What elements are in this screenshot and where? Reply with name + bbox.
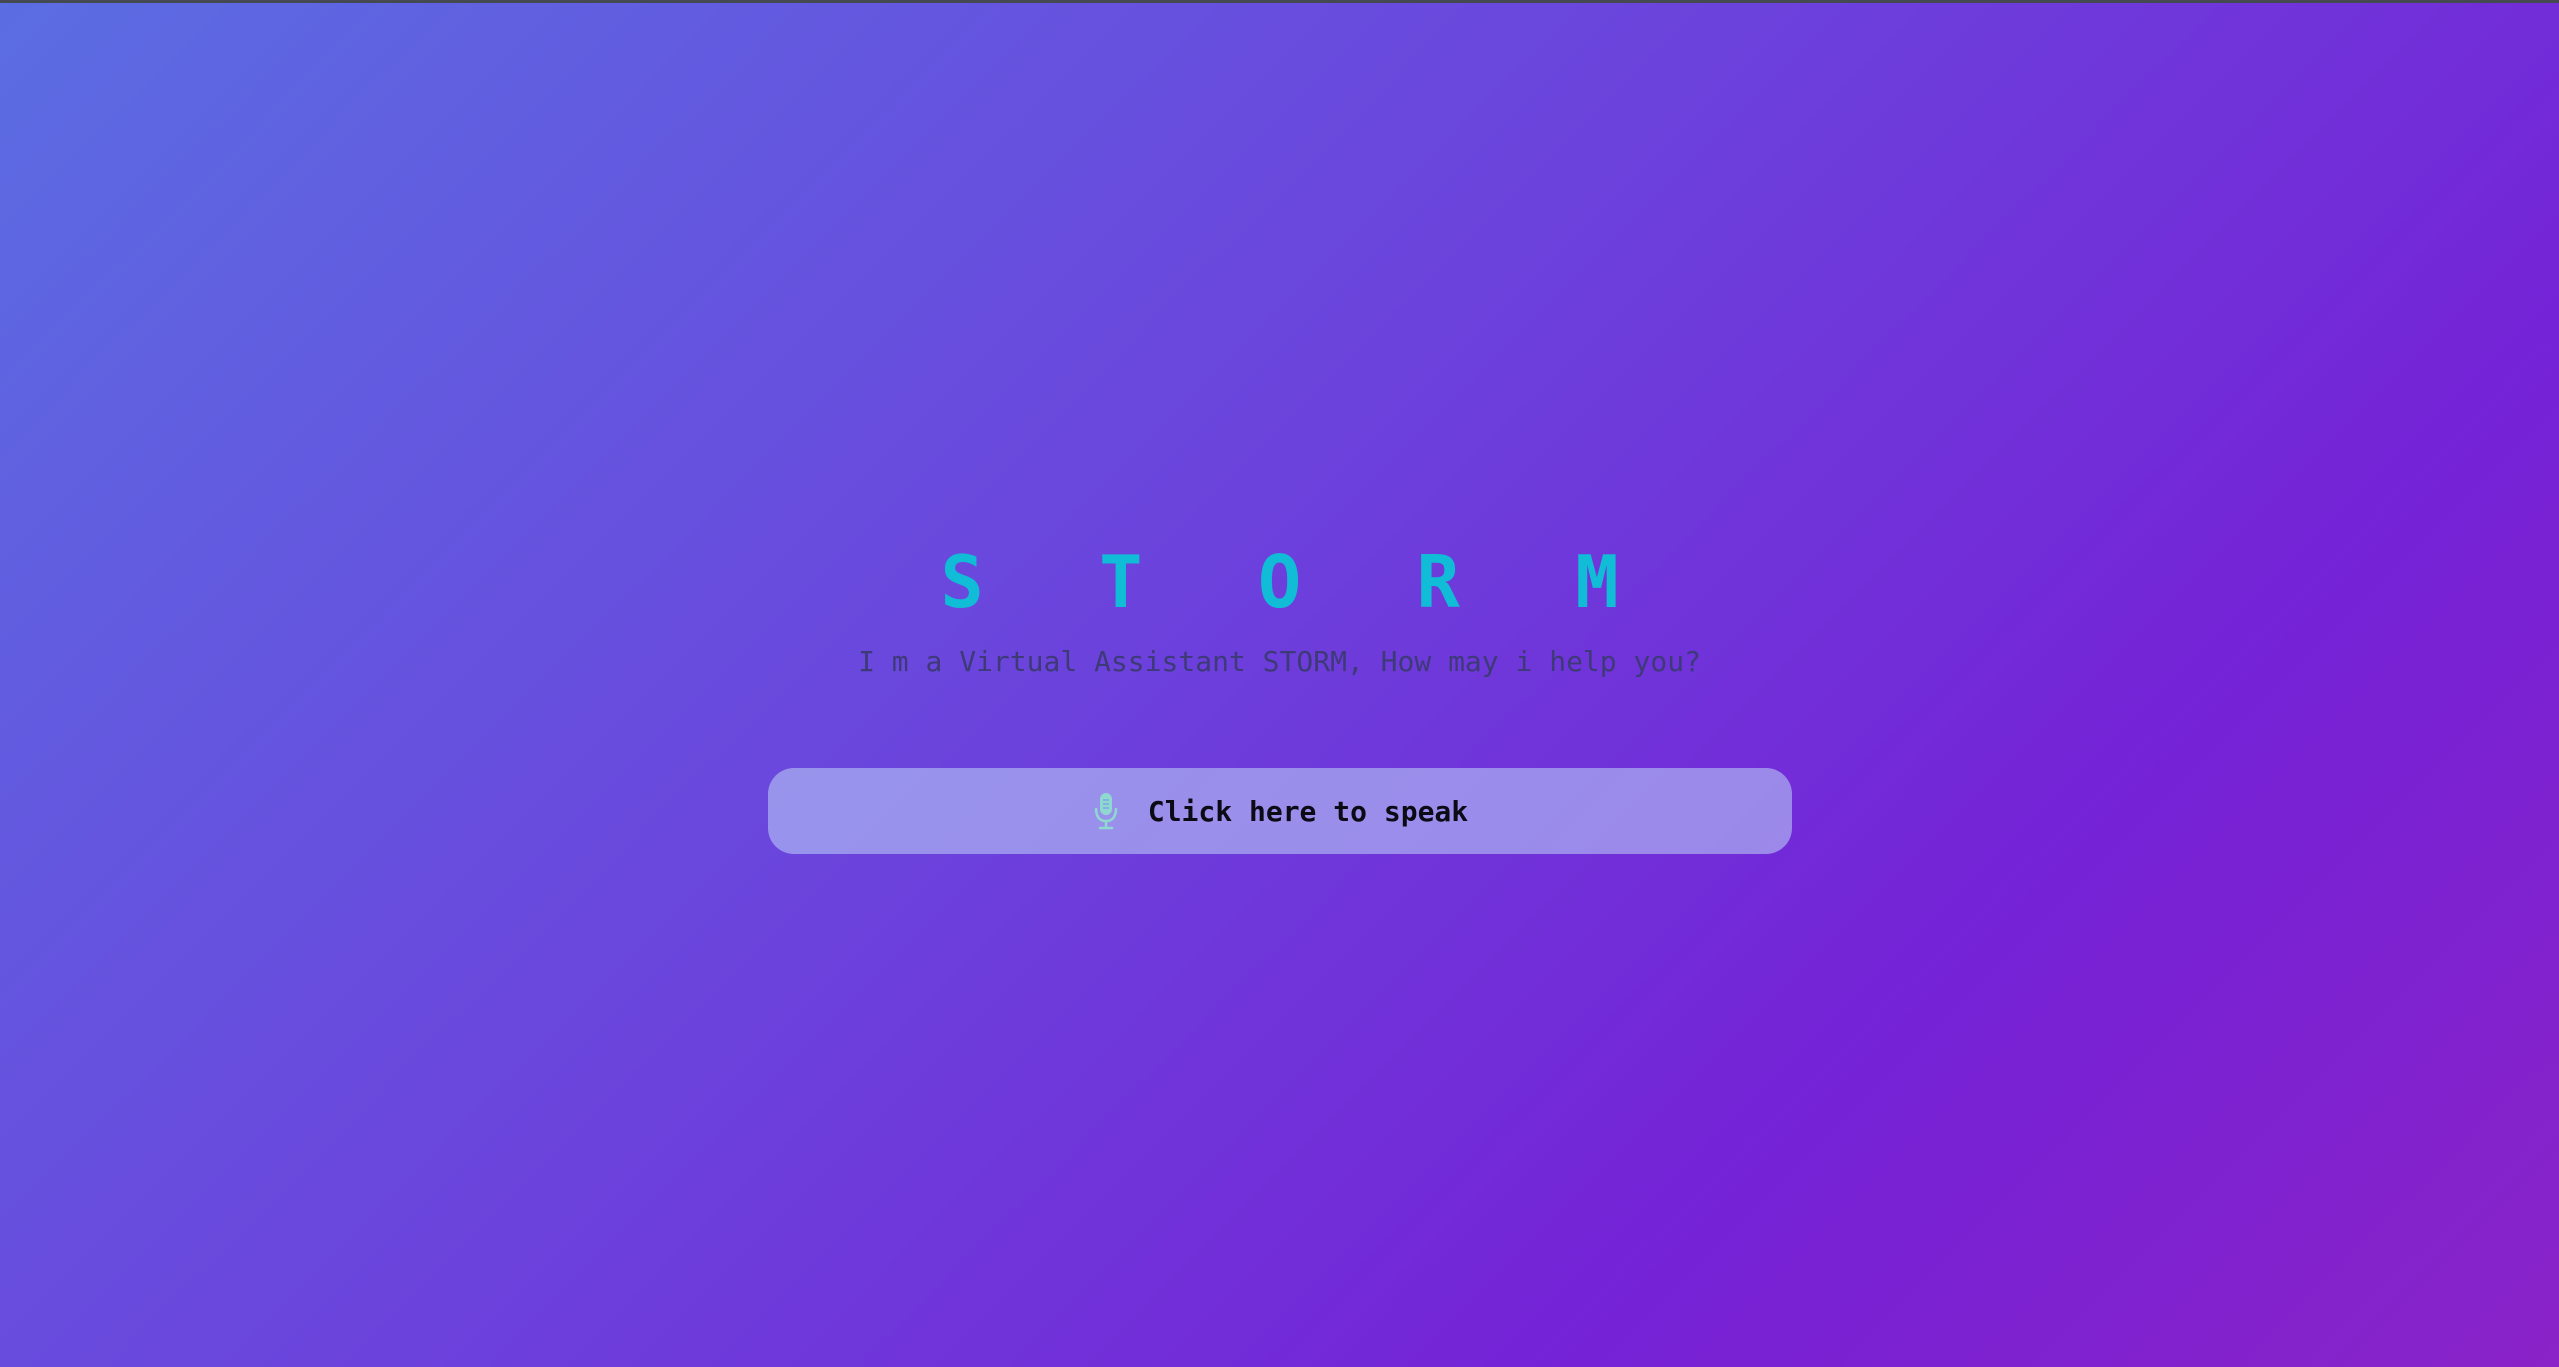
page-background: S T O R M I m a Virtual Assistant STORM,…	[0, 0, 2559, 1367]
top-border	[0, 0, 2559, 3]
app-subtitle: I m a Virtual Assistant STORM, How may i…	[858, 645, 1701, 678]
microphone-icon	[1092, 791, 1120, 831]
speak-button-label: Click here to speak	[1147, 794, 1469, 828]
app-title: S T O R M	[940, 540, 1655, 624]
speak-button[interactable]: Click here to speak	[768, 768, 1792, 854]
